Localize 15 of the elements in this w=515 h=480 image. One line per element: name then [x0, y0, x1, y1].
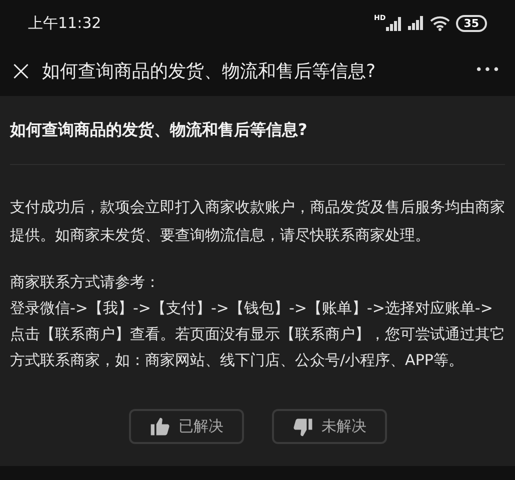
- wifi-icon: [430, 16, 450, 30]
- battery-indicator: 35: [456, 14, 487, 32]
- signal-icon: [408, 16, 424, 30]
- thumbs-up-icon: [148, 416, 170, 438]
- article-heading: 如何查询商品的发货、物流和售后等信息?: [10, 119, 308, 141]
- feedback-button[interactable]: 未解决: [272, 409, 386, 444]
- article-paragraph: 商家联系方式请参考：: [10, 272, 161, 293]
- article-paragraph: 登录微信->【我】->【支付】->【钱包】->【账单】->选择对应账单->点击【联系商户】查看。若页面没有显示【联系商户】，您可尝试通过其它方式联系商家，如：商家网站、线下门店、公众号/小程序、APP等。: [10, 298, 505, 371]
- close-button[interactable]: ×: [6, 57, 36, 85]
- article-paragraph: 支付成功后，款项会立即打入商家收款账户，商品发货及售后服务均由商家提供。如商家未发货、要查询物流信息，请尽快联系商家处理。: [10, 197, 505, 246]
- more-button[interactable]: •••: [466, 61, 509, 81]
- feedback-button[interactable]: 已解决: [128, 409, 244, 444]
- status-time: 上午11:32: [28, 12, 102, 34]
- page-title: 如何查询商品的发货、物流和售后等信息?: [42, 60, 377, 84]
- signal-icon: [386, 17, 402, 31]
